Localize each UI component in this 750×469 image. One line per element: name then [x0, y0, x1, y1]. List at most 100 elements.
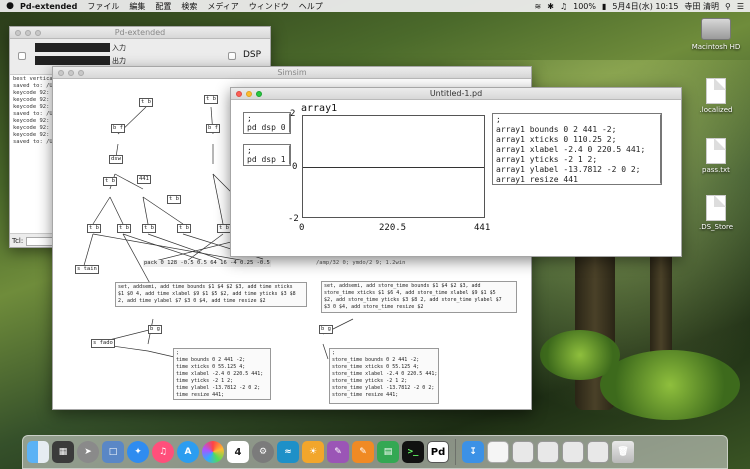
dock-pd-icon[interactable]: Pd [427, 441, 449, 463]
dock-sketchbook-icon[interactable]: ✎ [327, 441, 349, 463]
output-label: 出力 [112, 57, 126, 65]
window-titlebar[interactable]: Untitled-1.pd [231, 88, 681, 100]
app-menu[interactable]: Pd-extended [20, 2, 77, 11]
menu-find[interactable]: 検索 [181, 1, 197, 12]
patch-canvas[interactable]: ; pd dsp 0 ; pd dsp 1 array1 2 0 -2 0 22… [231, 100, 681, 256]
tcl-label: Tcl: [12, 237, 24, 245]
desktop-icon-pass-txt[interactable]: pass.txt [686, 138, 746, 174]
spotlight-icon[interactable]: ⚲ [725, 2, 731, 11]
menu-window[interactable]: ウィンドウ [249, 1, 289, 12]
dock-max-icon[interactable]: ≈ [277, 441, 299, 463]
menu-put[interactable]: 配置 [155, 1, 171, 12]
datetime[interactable]: 5月4日(水) 10:15 [612, 1, 678, 12]
dock-trash-icon[interactable]: 🗑 [612, 441, 634, 463]
window-controls [58, 70, 84, 76]
dock-finder-icon[interactable] [27, 441, 49, 463]
dock-preview-icon[interactable]: □ [102, 441, 124, 463]
battery-icon[interactable]: ▮ [602, 2, 606, 11]
dock-photos-icon[interactable] [202, 441, 224, 463]
dock-itunes-icon[interactable]: ♫ [152, 441, 174, 463]
dock-document-icon[interactable] [487, 441, 509, 463]
x-axis-label: 220.5 [379, 223, 407, 233]
dock-downloads-icon[interactable]: ↧ [462, 441, 484, 463]
array-graph[interactable] [302, 115, 485, 218]
dock-scratch-icon[interactable]: ☀ [302, 441, 324, 463]
close-button[interactable] [236, 91, 242, 97]
patch-object[interactable]: s tain [75, 265, 99, 274]
minimize-button[interactable] [246, 91, 252, 97]
x-axis-label: 441 [474, 223, 491, 233]
notification-center-icon[interactable]: ☰ [737, 2, 744, 11]
dock-app-store-icon[interactable]: A [177, 441, 199, 463]
window-title: Untitled-1.pd [429, 89, 483, 98]
dock-system-preferences-icon[interactable]: ⚙ [252, 441, 274, 463]
patch-object[interactable]: b f [111, 124, 125, 133]
array-config-message[interactable]: ; array1 bounds 0 2 441 -2; array1 xtick… [492, 113, 662, 185]
dsp-on-message[interactable]: ; pd dsp 1 [243, 144, 291, 166]
dock-rocket-icon[interactable]: ➤ [77, 441, 99, 463]
document-icon [706, 195, 726, 221]
patch-object[interactable]: t b [167, 195, 181, 204]
text-file-icon [706, 138, 726, 164]
desktop-icon-macintosh-hd[interactable]: Macintosh HD [686, 18, 746, 51]
patch-object[interactable]: b g [319, 325, 333, 334]
patch-message-time[interactable]: set, addsemi, add time bounds $1 $4 $2 $… [115, 282, 307, 307]
patch-object[interactable]: t b [103, 177, 117, 186]
menu-edit[interactable]: 編集 [129, 1, 145, 12]
volume-icon[interactable]: ♫ [560, 2, 567, 11]
patch-object[interactable]: t b [139, 98, 153, 107]
desktop-icon-ds-store[interactable]: .DS_Store [686, 195, 746, 231]
patch-object[interactable]: t b [87, 224, 101, 233]
menu-media[interactable]: メディア [207, 1, 238, 12]
menu-file[interactable]: ファイル [87, 1, 119, 12]
patch-message-time-config[interactable]: ; time bounds 0 2 441 -2; time xticks 0 … [173, 348, 271, 400]
dock-minimized-window-icon[interactable] [562, 441, 584, 463]
battery-percent[interactable]: 100% [573, 2, 596, 11]
patch-object[interactable]: b f [206, 124, 220, 133]
close-button[interactable] [15, 30, 21, 36]
zoom-button[interactable] [256, 91, 262, 97]
desktop-icon-label: .DS_Store [698, 223, 734, 231]
desktop-icon-localized[interactable]: .localized [686, 78, 746, 114]
patch-status-text: /amp/32 0; ymdo/2 9; 1.2win [316, 260, 406, 266]
zoom-button[interactable] [78, 70, 84, 76]
patch-message-store-time-config[interactable]: ; store_time bounds 0 2 441 -2; store_ti… [329, 348, 439, 404]
patch-object[interactable]: t b [217, 224, 231, 233]
patch-object[interactable]: t b [204, 95, 218, 104]
patch-object[interactable]: s fado [91, 339, 115, 348]
patch-object[interactable]: t b [177, 224, 191, 233]
x-axis-label: 0 [299, 223, 305, 233]
apple-menu-icon[interactable]: ● [0, 1, 20, 11]
dock-terminal-icon[interactable]: >_ [402, 441, 424, 463]
hard-drive-icon [701, 18, 731, 40]
patch-number[interactable]: 441 [137, 175, 151, 184]
wifi-icon[interactable]: ≋ [535, 2, 542, 11]
close-button[interactable] [58, 70, 64, 76]
dock-numbers-icon[interactable]: ▤ [377, 441, 399, 463]
patch-object[interactable]: t b [142, 224, 156, 233]
dock-minimized-window-icon[interactable] [537, 441, 559, 463]
zoom-button[interactable] [35, 30, 41, 36]
menu-help[interactable]: ヘルプ [299, 1, 323, 12]
window-title: Pd-extended [114, 28, 166, 37]
dsp-checkbox[interactable] [228, 52, 236, 60]
window-titlebar[interactable]: Simsim [53, 67, 531, 79]
dock-launchpad-icon[interactable]: ▦ [52, 441, 74, 463]
patch-object[interactable]: b g [148, 325, 162, 334]
minimize-button[interactable] [68, 70, 74, 76]
array-waveform [303, 167, 484, 168]
patch-object[interactable]: t b [117, 224, 131, 233]
window-titlebar[interactable]: Pd-extended [10, 27, 270, 39]
user-name[interactable]: 寺田 清明 [684, 1, 719, 12]
dock-safari-icon[interactable]: ✦ [127, 441, 149, 463]
dsp-off-message[interactable]: ; pd dsp 0 [243, 112, 291, 134]
patch-message-store-time[interactable]: set, addsemi, add store_time bounds $1 $… [321, 281, 517, 313]
bluetooth-icon[interactable]: ✱ [547, 2, 554, 11]
dock-pages-icon[interactable]: ✎ [352, 441, 374, 463]
audio-checkbox[interactable] [18, 52, 26, 60]
dock-minimized-window-icon[interactable] [587, 441, 609, 463]
dock-minimized-window-icon[interactable] [512, 441, 534, 463]
minimize-button[interactable] [25, 30, 31, 36]
dock-calendar-icon[interactable]: 4 [227, 441, 249, 463]
patch-object[interactable]: dsw [109, 155, 123, 164]
